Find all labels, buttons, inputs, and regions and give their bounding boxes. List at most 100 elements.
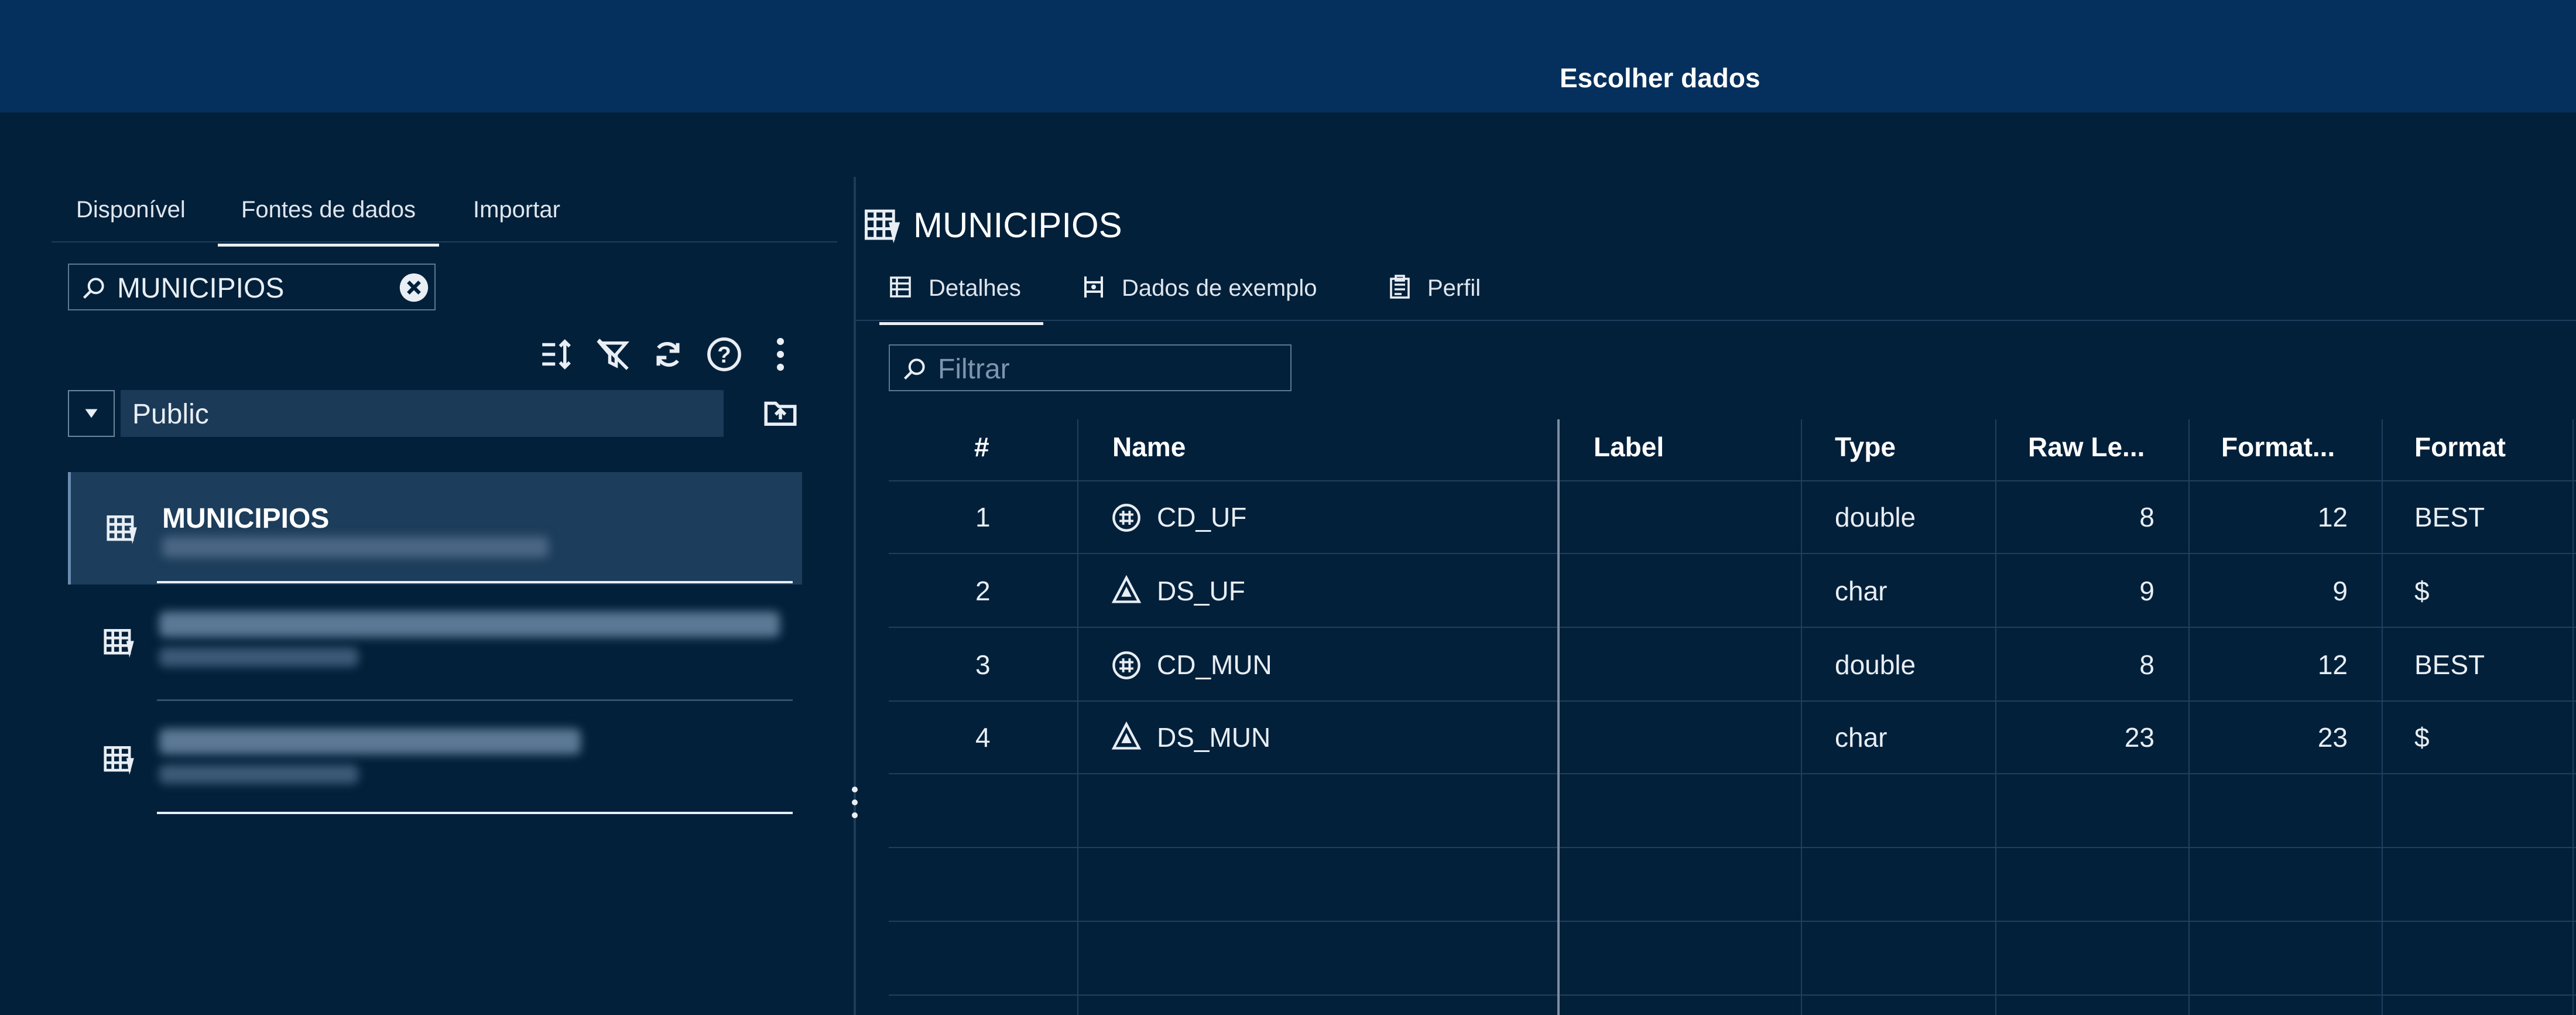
numeric-icon [1112,504,1140,532]
table-icon [104,629,134,658]
grid-line [2188,419,2190,1015]
filter-off-icon[interactable] [594,335,632,374]
tab-divider [52,241,837,242]
table-icon [107,515,137,544]
redacted-text [159,648,358,667]
grid-line [2382,419,2383,1015]
panel-splitter[interactable] [854,177,856,1015]
filter-input[interactable] [937,351,1279,387]
cell-format: BEST [2414,502,2485,532]
grid-line [889,480,2576,481]
grid-line [889,847,2576,848]
library-selected-value: Public [132,399,209,430]
dataset-title: MUNICIPIOS [913,206,1122,245]
grid-line [1077,419,1078,1015]
grid-line [889,921,2576,922]
column-header-label[interactable]: Label [1594,431,1664,463]
search-icon [903,358,925,380]
grid-line [889,627,2576,628]
column-resizer[interactable] [1557,419,1560,1015]
cell-format-length: 12 [2317,650,2348,680]
library-select[interactable]: Public [121,390,724,437]
redacted-text [159,611,780,637]
sample-data-icon [1084,276,1103,298]
sort-icon[interactable] [537,335,576,374]
grid-line [1801,419,1802,1015]
table-name: MUNICIPIOS [162,503,330,534]
grid-line [889,773,2576,774]
cell-raw-length: 9 [2139,576,2154,606]
clear-search-icon[interactable] [397,271,431,305]
caret-down-icon [85,409,98,418]
cell-name: DS_UF [1157,576,1245,606]
table-list-item[interactable] [68,586,802,698]
cell-format-length: 23 [2317,722,2348,753]
more-options-icon[interactable] [761,335,800,374]
tab-dados-de-exemplo[interactable]: Dados de exemplo [1084,275,1317,302]
cell-format: $ [2414,722,2430,753]
profile-icon [1390,275,1410,299]
column-header-name[interactable]: Name [1112,431,1186,463]
column-header-format-length[interactable]: Format... [2221,431,2335,463]
refresh-icon[interactable] [649,335,687,374]
column-header-format[interactable]: Format [2414,431,2506,463]
column-header-raw-length[interactable]: Raw Le... [2028,431,2145,463]
column-header-number[interactable]: # [974,431,989,463]
tab-importar[interactable]: Importar [473,197,560,223]
cell-name: DS_MUN [1157,722,1271,753]
tab-perfil[interactable]: Perfil [1390,275,1481,302]
cell-raw-length: 23 [2124,722,2154,753]
cell-type: double [1835,502,1916,532]
tab-fontes-de-dados[interactable]: Fontes de dados [218,197,439,247]
table-icon [865,209,900,244]
column-filter[interactable] [889,344,1292,391]
grid-line [1995,419,1996,1015]
details-icon [890,276,911,298]
table-list-item[interactable]: MUNICIPIOS [68,472,802,585]
folder-up-icon[interactable] [761,394,800,432]
search-input[interactable] [116,271,388,306]
cell-type: double [1835,650,1916,680]
cell-type: char [1835,722,1888,753]
redacted-text [159,765,358,784]
item-underline [157,699,793,701]
grid-line [889,700,2576,702]
table-icon [104,746,134,775]
cell-number: 4 [975,722,991,753]
table-list-item[interactable] [68,703,802,815]
tab-detalhes[interactable]: Detalhes [879,275,1043,325]
grid-line [889,995,2576,996]
grid-line [2572,419,2574,1015]
redacted-text [162,536,549,558]
svg-text:?: ? [717,343,731,368]
cell-raw-length: 8 [2139,650,2154,680]
cell-format-length: 9 [2332,576,2348,606]
search-box[interactable] [68,264,436,310]
dialog-title: Escolher dados [1560,63,1760,93]
help-icon[interactable]: ? [705,335,744,374]
cell-format: $ [2414,576,2430,606]
item-underline [157,581,793,583]
title-bar: Escolher dados [0,0,2576,112]
numeric-icon [1112,651,1140,679]
tab-label: Dados de exemplo [1122,275,1317,301]
splitter-grip-icon[interactable] [850,785,859,820]
column-header-type[interactable]: Type [1835,431,1896,463]
tab-label: Perfil [1427,275,1481,301]
tab-disponivel[interactable]: Disponível [76,197,186,223]
item-underline [157,812,793,814]
character-icon [1111,722,1142,750]
cell-number: 2 [975,576,991,606]
character-icon [1111,575,1142,603]
cell-format: BEST [2414,650,2485,680]
cell-number: 3 [975,650,991,680]
cell-type: char [1835,576,1888,606]
tab-divider [856,320,2576,321]
tab-label: Detalhes [929,275,1021,301]
cell-format-length: 12 [2317,502,2348,532]
redacted-text [159,729,581,754]
library-collapse-button[interactable] [68,390,115,437]
cell-number: 1 [975,502,991,532]
cell-name: CD_MUN [1157,650,1272,680]
search-icon [83,278,104,299]
